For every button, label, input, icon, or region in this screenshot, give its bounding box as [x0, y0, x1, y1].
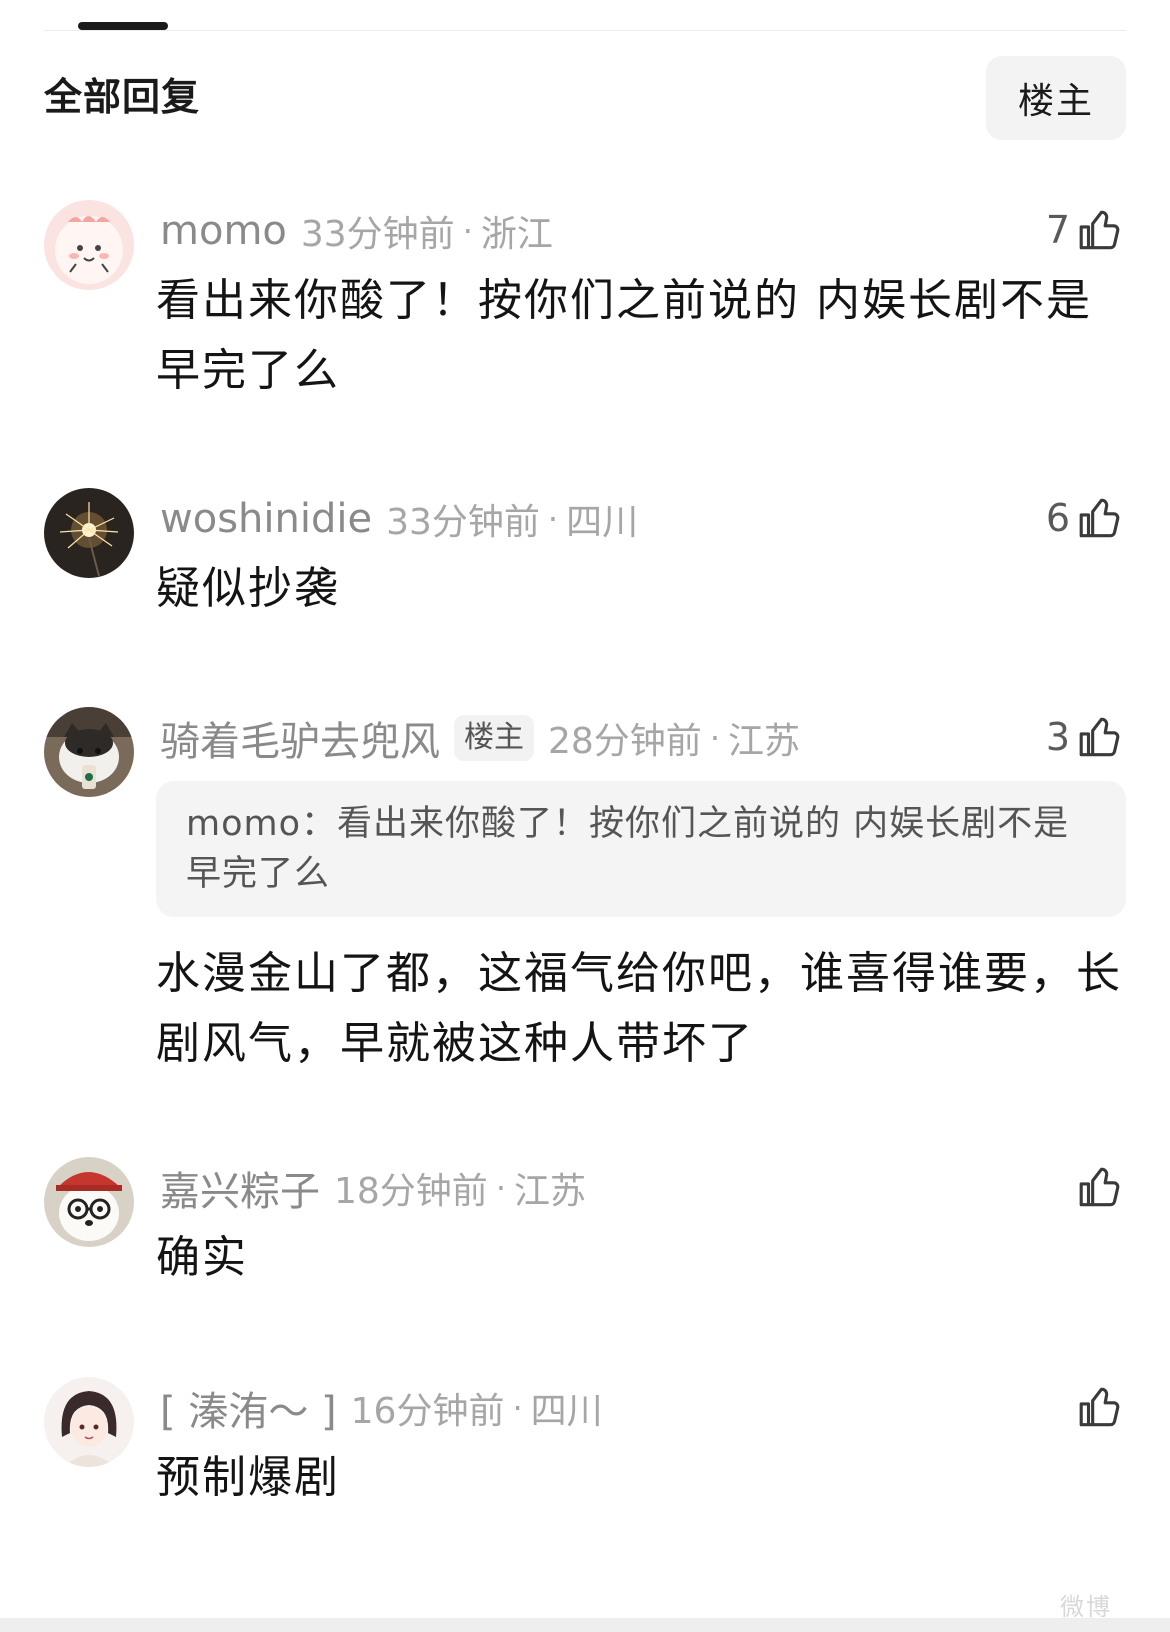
avatar[interactable] [44, 200, 134, 290]
username[interactable]: momo [160, 208, 287, 254]
tab-indicator [78, 22, 168, 30]
comment-meta: woshinidie 33分钟前 · 四川 [160, 492, 1016, 546]
sparkler-icon [44, 488, 134, 578]
like-button[interactable]: 3 [1046, 707, 1126, 767]
thumbs-up-icon [1076, 1162, 1126, 1212]
comment-meta: 嘉兴粽子 18分钟前 · 江苏 [160, 1161, 1016, 1215]
comment-location: 四川 [530, 1391, 603, 1432]
comment-content: 确实 [156, 1232, 248, 1283]
like-button[interactable]: 6 [1046, 488, 1126, 548]
like-count: 3 [1045, 715, 1070, 759]
watermark: 微博 [1060, 1593, 1112, 1621]
comment-time: 33分钟前 [300, 214, 455, 255]
separator-dot: · [547, 500, 559, 538]
comment-meta: [ 溱洧～ ] 16分钟前 · 四川 [160, 1381, 1016, 1435]
cat-with-drink-icon [44, 707, 134, 797]
like-count: 7 [1045, 208, 1070, 252]
thumbs-up-icon [1076, 1382, 1126, 1432]
avatar[interactable] [44, 1377, 134, 1467]
anime-girl-icon [44, 1377, 134, 1467]
comment-item: 骑着毛驴去兜风 楼主 28分钟前 · 江苏 3 momo：看出来你酸了！按你们之… [44, 707, 1126, 1087]
like-count: 6 [1045, 496, 1070, 540]
username[interactable]: woshinidie [160, 496, 372, 542]
like-button[interactable] [1076, 1157, 1126, 1217]
author-badge: 楼主 [454, 715, 534, 761]
username[interactable]: 嘉兴粽子 [160, 1159, 320, 1217]
quoted-reply[interactable]: momo：看出来你酸了！按你们之前说的 内娱长剧不是早完了么 [156, 781, 1126, 917]
like-button[interactable]: 7 [1046, 200, 1126, 260]
comment-content: 预制爆剧 [156, 1452, 340, 1503]
comment-time: 28分钟前 [548, 721, 702, 762]
section-title: 全部回复 [44, 75, 201, 119]
comment-time: 16分钟前 [350, 1391, 505, 1432]
comment-content: 疑似抄袭 [156, 563, 340, 614]
comment-item: woshinidie 33分钟前 · 四川 6 疑似抄袭 [44, 488, 1126, 628]
thumbs-up-icon [1076, 493, 1126, 543]
comment-location: 江苏 [513, 1171, 586, 1212]
comment-content: 水漫金山了都，这福气给你吧，谁喜得谁要，长剧风气，早就被这种人带坏了 [156, 948, 1122, 1069]
comment-meta: 骑着毛驴去兜风 楼主 28分钟前 · 江苏 [160, 711, 1016, 765]
comment-item: 嘉兴粽子 18分钟前 · 江苏 确实 [44, 1157, 1126, 1297]
avatar[interactable] [44, 488, 134, 578]
comment-meta: momo 33分钟前 · 浙江 [160, 204, 1016, 258]
comment-location: 四川 [566, 502, 639, 543]
comment-time: 18分钟前 [334, 1171, 488, 1212]
avatar[interactable] [44, 1157, 134, 1247]
author-only-filter-button[interactable]: 楼主 [986, 56, 1126, 140]
comment-location: 浙江 [480, 214, 553, 255]
username[interactable]: 骑着毛驴去兜风 [160, 709, 440, 767]
plush-dog-with-glasses-icon [44, 1157, 134, 1247]
comment-item: [ 溱洧～ ] 16分钟前 · 四川 预制爆剧 [44, 1377, 1126, 1517]
comment-location: 江苏 [727, 721, 800, 762]
thumbs-up-icon [1076, 205, 1126, 255]
separator-dot: · [512, 1389, 523, 1427]
comment-time: 33分钟前 [386, 502, 540, 543]
comment-item: momo 33分钟前 · 浙江 7 看出来你酸了！按你们之前说的 内娱长剧不是早… [44, 200, 1126, 420]
comment-page: 全部回复 楼主 momo 33分钟前 · 浙江 7 看出来你酸了！按你们之前说的… [0, 0, 1170, 1632]
thumbs-up-icon [1076, 712, 1126, 762]
bottom-bar [0, 1618, 1170, 1632]
like-button[interactable] [1076, 1377, 1126, 1437]
avatar[interactable] [44, 707, 134, 797]
comment-content: 看出来你酸了！按你们之前说的 内娱长剧不是早完了么 [156, 275, 1092, 396]
separator-dot: · [495, 1169, 506, 1207]
cartoon-face-icon [44, 200, 134, 290]
separator-dot: · [462, 212, 473, 250]
divider [44, 30, 1126, 31]
separator-dot: · [709, 719, 720, 757]
username[interactable]: [ 溱洧～ ] [160, 1379, 337, 1437]
